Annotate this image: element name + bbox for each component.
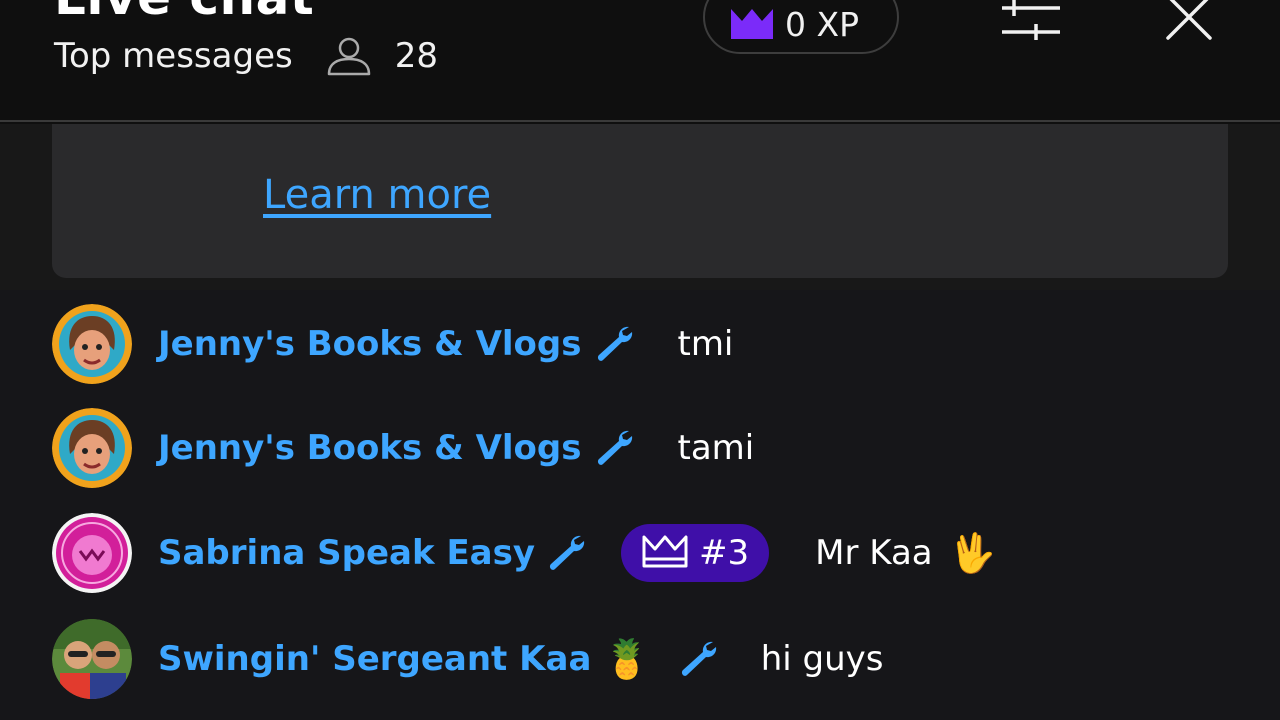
avatar[interactable] [52, 304, 132, 384]
vulcan-salute-emoji: 🖖 [948, 531, 996, 575]
author-name[interactable]: Jenny's Books & Vlogs [158, 428, 581, 468]
pineapple-emoji: 🍍 [603, 637, 651, 681]
chat-message: Swingin' Sergeant Kaa 🍍 hi guys [52, 619, 1252, 699]
wrench-icon [593, 428, 639, 468]
chat-mode-row: Top messages 28 [54, 34, 438, 78]
avatar[interactable] [52, 513, 132, 593]
avatar[interactable] [52, 619, 132, 699]
chat-header: Live chat Top messages 28 0 XP [0, 0, 1280, 122]
xp-button[interactable]: 0 XP [703, 0, 899, 54]
top-messages-selector[interactable]: Top messages [54, 36, 293, 76]
chat-message: Jenny's Books & Vlogs tmi [52, 304, 1252, 384]
wrench-icon [677, 639, 723, 679]
author-name[interactable]: Sabrina Speak Easy [158, 533, 535, 573]
learn-more-link[interactable]: Learn more [263, 172, 491, 218]
message-text: tami [677, 428, 755, 468]
xp-label: 0 XP [785, 4, 859, 44]
message-text: Mr Kaa [815, 533, 933, 573]
crown-icon [641, 533, 689, 573]
wrench-icon [593, 324, 639, 364]
banner-area: Learn more [0, 124, 1280, 290]
chat-messages[interactable]: Jenny's Books & Vlogs tmi Jenny's Books … [0, 290, 1280, 720]
rank-label: #3 [699, 533, 750, 573]
chat-message: Sabrina Speak Easy #3 Mr Kaa 🖖 [52, 513, 1252, 593]
message-text: hi guys [760, 639, 884, 679]
chat-message: Jenny's Books & Vlogs tami [52, 408, 1252, 488]
message-text: tmi [677, 324, 734, 364]
person-icon [327, 35, 373, 77]
info-banner: Learn more [52, 124, 1228, 278]
sliders-icon[interactable] [996, 0, 1066, 50]
rank-badge[interactable]: #3 [621, 524, 770, 582]
chat-title: Live chat [54, 0, 314, 22]
viewer-count: 28 [394, 36, 438, 76]
close-icon[interactable] [1160, 0, 1218, 46]
author-name[interactable]: Jenny's Books & Vlogs [158, 324, 581, 364]
avatar[interactable] [52, 408, 132, 488]
wrench-icon [545, 533, 591, 573]
author-name[interactable]: Swingin' Sergeant Kaa [158, 639, 591, 679]
crown-icon [729, 7, 775, 41]
